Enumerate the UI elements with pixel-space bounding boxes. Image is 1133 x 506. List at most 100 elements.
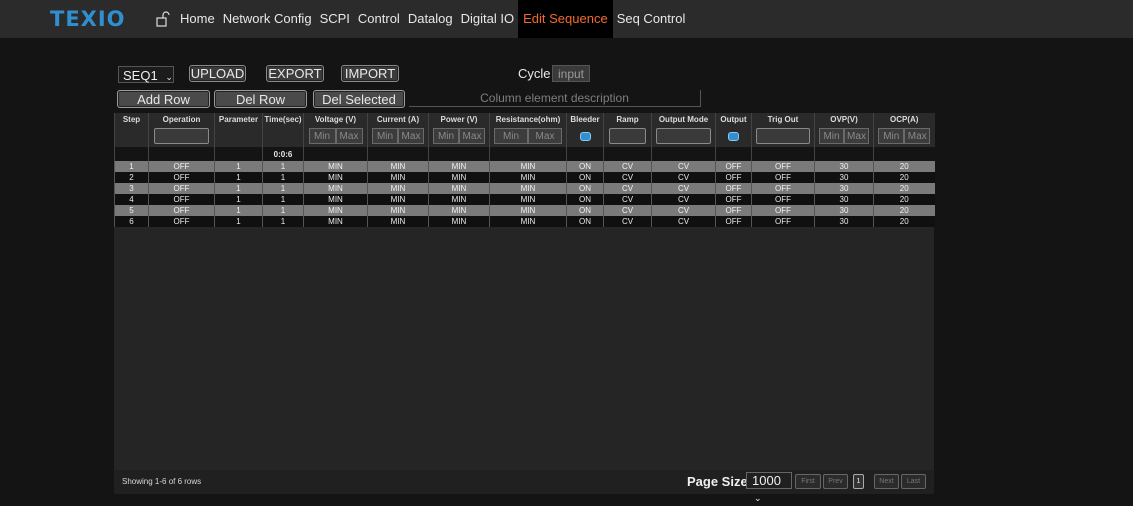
output-toggle-icon[interactable] (728, 131, 739, 141)
cell-operation[interactable]: OFF (148, 172, 215, 183)
cell-ovp[interactable]: 30 (814, 194, 874, 205)
cell-trig-out[interactable]: OFF (751, 172, 815, 183)
cell-resistance[interactable]: MIN (489, 194, 567, 205)
cell-voltage[interactable]: MIN (303, 205, 368, 216)
cell-resistance[interactable]: MIN (489, 205, 567, 216)
cell-ramp[interactable]: CV (603, 216, 652, 227)
last-page-button[interactable]: Last (901, 474, 926, 489)
cell-resistance[interactable]: MIN (489, 216, 567, 227)
current-min-input[interactable]: Min (372, 128, 398, 145)
cell-bleeder[interactable]: ON (566, 172, 604, 183)
cell-voltage[interactable]: MIN (303, 194, 368, 205)
cell-ocp[interactable]: 20 (873, 161, 935, 172)
cell-parameter[interactable]: 1 (214, 161, 263, 172)
sequence-select[interactable]: SEQ1 ⌄ (118, 66, 174, 83)
cell-step[interactable]: 3 (114, 183, 149, 194)
next-page-button[interactable]: Next (874, 474, 899, 489)
cell-trig-out[interactable]: OFF (751, 205, 815, 216)
cell-output[interactable]: OFF (715, 183, 752, 194)
prev-page-button[interactable]: Prev (823, 474, 848, 489)
nav-home[interactable]: Home (176, 0, 219, 38)
resistance-min-input[interactable]: Min (494, 128, 528, 145)
cell-time[interactable]: 1 (262, 172, 304, 183)
cell-bleeder[interactable]: ON (566, 194, 604, 205)
cell-power[interactable]: MIN (428, 183, 490, 194)
cycle-input[interactable]: input (552, 65, 590, 82)
cell-parameter[interactable]: 1 (214, 172, 263, 183)
cell-ovp[interactable]: 30 (814, 216, 874, 227)
del-row-button[interactable]: Del Row (214, 90, 307, 108)
cell-trig-out[interactable]: OFF (751, 161, 815, 172)
filter-operation-input[interactable] (153, 128, 210, 145)
cell-parameter[interactable]: 1 (214, 183, 263, 194)
upload-button[interactable]: UPLOAD (189, 65, 246, 82)
cell-time[interactable]: 1 (262, 205, 304, 216)
cell-current[interactable]: MIN (367, 194, 429, 205)
table-row[interactable]: 1 OFF 1 1 MIN MIN MIN MIN ON CV CV OFF OFF 30 20 (114, 161, 935, 172)
cell-ramp[interactable]: CV (603, 183, 652, 194)
cell-parameter[interactable]: 1 (214, 194, 263, 205)
cell-time[interactable]: 1 (262, 183, 304, 194)
cell-output[interactable]: OFF (715, 194, 752, 205)
cell-output-mode[interactable]: CV (651, 216, 716, 227)
cell-step[interactable]: 4 (114, 194, 149, 205)
cell-ovp[interactable]: 30 (814, 172, 874, 183)
cell-operation[interactable]: OFF (148, 183, 215, 194)
cell-voltage[interactable]: MIN (303, 161, 368, 172)
header-ramp[interactable]: Ramp (603, 113, 652, 126)
power-max-input[interactable]: Max (459, 128, 485, 145)
table-row[interactable]: 3 OFF 1 1 MIN MIN MIN MIN ON CV CV OFF OFF 30 20 (114, 183, 935, 194)
cell-output-mode[interactable]: CV (651, 183, 716, 194)
nav-control[interactable]: Control (354, 0, 404, 38)
cell-current[interactable]: MIN (367, 205, 429, 216)
cell-resistance[interactable]: MIN (489, 172, 567, 183)
nav-edit-sequence[interactable]: Edit Sequence (518, 0, 613, 38)
cell-current[interactable]: MIN (367, 216, 429, 227)
cell-trig-out[interactable]: OFF (751, 183, 815, 194)
cell-parameter[interactable]: 1 (214, 205, 263, 216)
cell-power[interactable]: MIN (428, 205, 490, 216)
header-power[interactable]: Power (V) (428, 113, 490, 126)
header-output-mode[interactable]: Output Mode (651, 113, 716, 126)
ovp-max-input[interactable]: Max (844, 128, 869, 145)
cell-output-mode[interactable]: CV (651, 194, 716, 205)
cell-output-mode[interactable]: CV (651, 172, 716, 183)
header-resistance[interactable]: Resistance(ohm) (489, 113, 567, 126)
import-button[interactable]: IMPORT (341, 65, 399, 82)
current-max-input[interactable]: Max (398, 128, 424, 145)
cell-current[interactable]: MIN (367, 172, 429, 183)
cell-voltage[interactable]: MIN (303, 172, 368, 183)
cell-time[interactable]: 1 (262, 216, 304, 227)
cell-bleeder[interactable]: ON (566, 183, 604, 194)
page-size-select[interactable]: 1000 ⌄ (746, 472, 792, 503)
header-ovp[interactable]: OVP(V) (814, 113, 874, 126)
cell-power[interactable]: MIN (428, 216, 490, 227)
header-time[interactable]: Time(sec) (262, 113, 304, 126)
first-page-button[interactable]: First (795, 474, 821, 489)
cell-operation[interactable]: OFF (148, 194, 215, 205)
cell-operation[interactable]: OFF (148, 161, 215, 172)
cell-ramp[interactable]: CV (603, 194, 652, 205)
nav-datalog[interactable]: Datalog (404, 0, 457, 38)
nav-network-config[interactable]: Network Config (219, 0, 316, 38)
cell-voltage[interactable]: MIN (303, 183, 368, 194)
nav-seq-control[interactable]: Seq Control (613, 0, 690, 38)
page-1-button[interactable]: 1 (853, 474, 864, 489)
cell-ramp[interactable]: CV (603, 172, 652, 183)
filter-output-mode-input[interactable] (656, 128, 711, 145)
cell-step[interactable]: 1 (114, 161, 149, 172)
table-row[interactable]: 5 OFF 1 1 MIN MIN MIN MIN ON CV CV OFF OFF 30 20 (114, 205, 935, 216)
cell-step[interactable]: 6 (114, 216, 149, 227)
header-step[interactable]: Step (114, 113, 149, 126)
cell-parameter[interactable]: 1 (214, 216, 263, 227)
cell-current[interactable]: MIN (367, 161, 429, 172)
del-selected-button[interactable]: Del Selected (313, 90, 405, 108)
cell-bleeder[interactable]: ON (566, 161, 604, 172)
cell-ocp[interactable]: 20 (873, 172, 935, 183)
filter-trig-out-input[interactable] (756, 128, 810, 145)
header-bleeder[interactable]: Bleeder (566, 113, 604, 126)
filter-ramp-input[interactable] (608, 128, 647, 145)
cell-resistance[interactable]: MIN (489, 183, 567, 194)
cell-ramp[interactable]: CV (603, 205, 652, 216)
cell-time[interactable]: 1 (262, 161, 304, 172)
